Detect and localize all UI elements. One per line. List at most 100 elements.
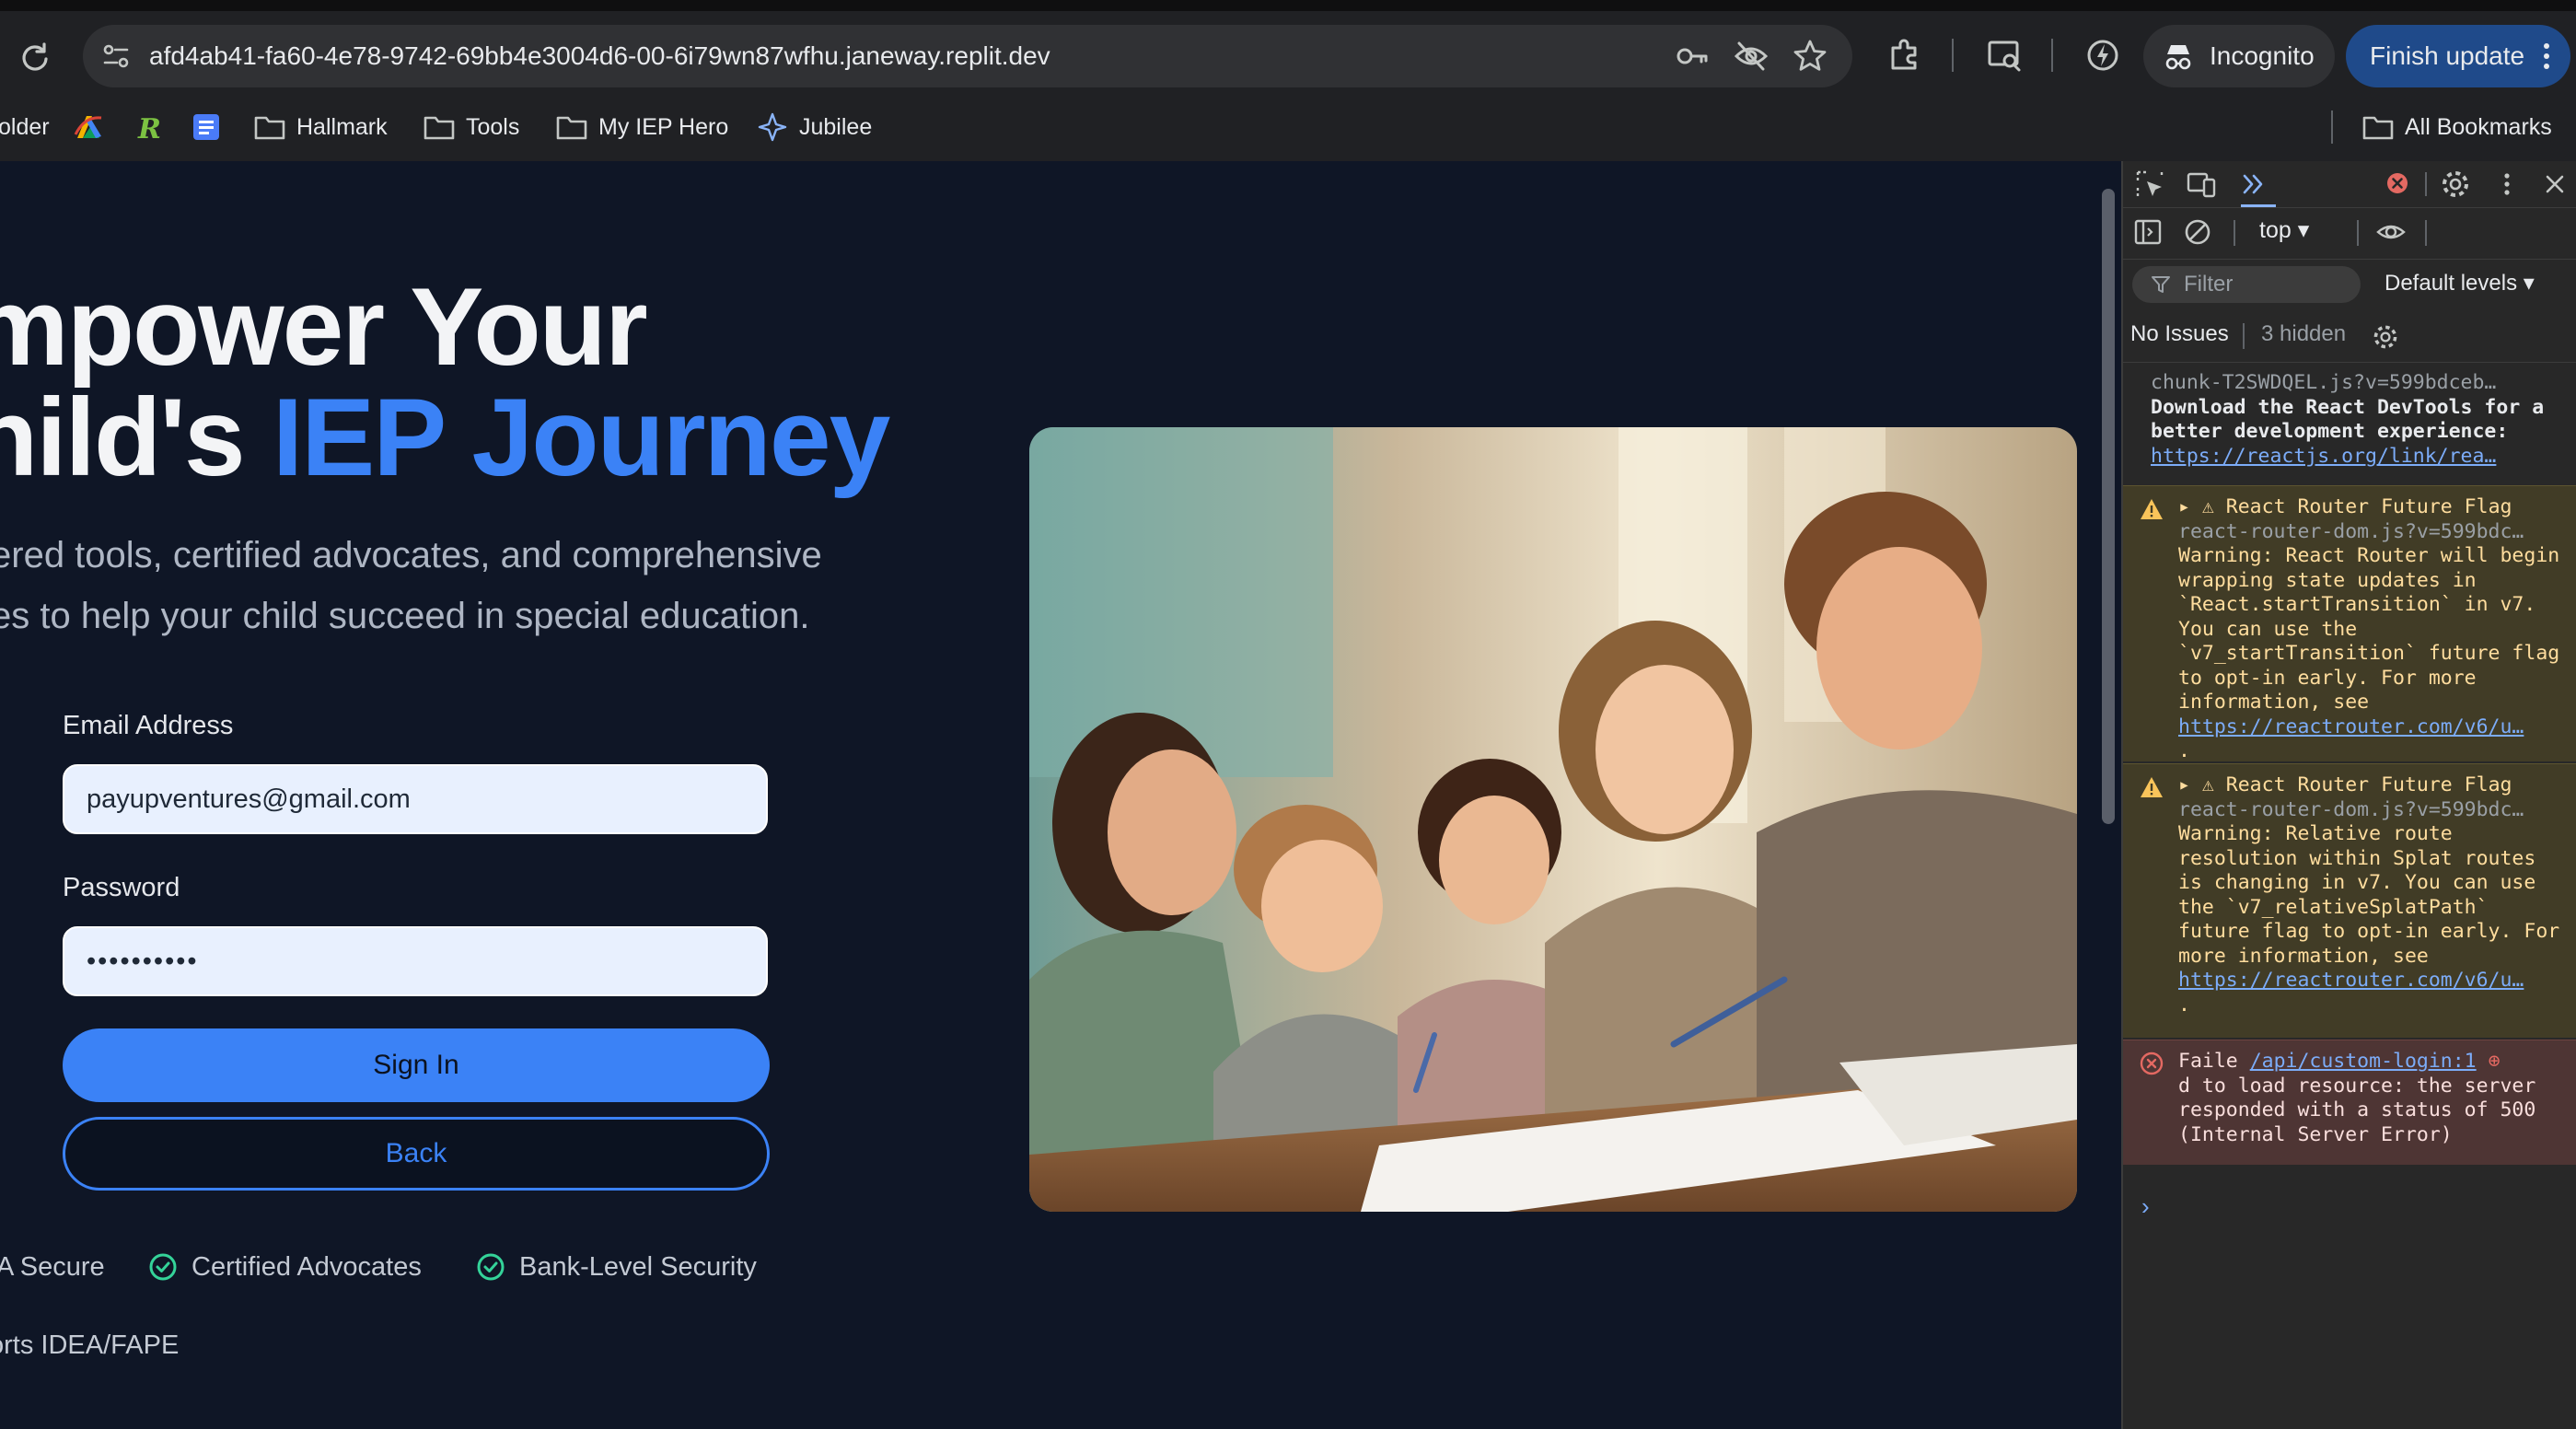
devtools-divider [2425, 172, 2427, 196]
bookmarks-divider [2331, 110, 2333, 144]
star-icon[interactable] [1792, 38, 1828, 75]
badge-bank-level-security: Bank-Level Security [475, 1249, 757, 1285]
message-link[interactable]: https://reactrouter.com/v6/u… [2178, 969, 2565, 993]
message-title: React Router Future Flag [2225, 773, 2512, 796]
warning-small-icon: ⚠ [2189, 773, 2226, 796]
message-header[interactable]: ▸ ⚠ React Router Future Flag [2178, 773, 2565, 798]
performance-icon[interactable] [2083, 35, 2123, 76]
warning-small-icon: ⚠ [2189, 495, 2226, 518]
docs-icon [193, 114, 219, 140]
bookmark-hallmark[interactable]: Hallmark [254, 101, 388, 153]
close-icon[interactable] [2539, 168, 2570, 200]
hero-subtitle-line2: ces to help your child succeed in specia… [0, 596, 810, 636]
message-header[interactable]: ▸ ⚠ React Router Future Flag [2178, 495, 2565, 520]
more-tabs-icon[interactable] [2237, 168, 2269, 200]
bookmark-folder[interactable]: older [0, 101, 50, 153]
network-globe-icon[interactable]: ⊕ [2489, 1050, 2501, 1073]
dropdown-caret-icon: ▾ [2523, 271, 2535, 296]
message-header: Faile /api/custom-login:1 ⊕ [2178, 1050, 2565, 1075]
all-bookmarks-label: All Bookmarks [2405, 113, 2552, 140]
settings-gear-icon[interactable] [2440, 168, 2471, 200]
message-link[interactable]: /api/custom-login:1 [2250, 1050, 2477, 1073]
message-source[interactable]: react-router-dom.js?v=599bdc… [2178, 520, 2565, 545]
context-selector[interactable]: top ▾ [2259, 216, 2309, 244]
expand-arrow-icon[interactable]: ▸ [2178, 773, 2190, 796]
log-levels-dropdown[interactable]: Default levels ▾ [2385, 270, 2535, 296]
clear-console-icon[interactable] [2182, 216, 2213, 248]
error-count-icon[interactable] [2385, 170, 2410, 196]
back-button[interactable]: Back [63, 1117, 770, 1191]
bookmark-label: older [0, 113, 50, 140]
bookmark-r[interactable]: R [131, 101, 175, 153]
device-toolbar-icon[interactable] [2186, 168, 2217, 200]
bookmark-jubilee[interactable]: Jubilee [757, 101, 872, 153]
sidebar-toggle-icon[interactable] [2132, 216, 2164, 248]
devtools-tabbar [2123, 161, 2576, 208]
family-photo [1029, 427, 2077, 1212]
console-prompt[interactable]: › [2141, 1192, 2150, 1221]
folder-icon [556, 116, 587, 140]
error-icon [2140, 1051, 2164, 1075]
finish-update-button[interactable]: Finish update [2346, 25, 2570, 87]
jubilee-icon [758, 112, 787, 142]
site-settings-icon[interactable] [99, 40, 133, 73]
message-source[interactable]: react-router-dom.js?v=599bdc… [2178, 798, 2565, 823]
cast-search-icon[interactable] [1984, 35, 2025, 76]
badge-label: Certified Advocates [191, 1251, 422, 1282]
expand-arrow-icon[interactable]: ▸ [2178, 495, 2190, 518]
email-label: Email Address [63, 711, 234, 740]
incognito-icon [2165, 45, 2191, 70]
drive-colorful-icon [74, 116, 102, 138]
email-field[interactable]: payupventures@gmail.com [63, 764, 768, 834]
message-tail: . [2178, 993, 2190, 1017]
page-scrollbar[interactable] [2102, 189, 2115, 824]
badge-label: Bank-Level Security [519, 1251, 757, 1282]
incognito-chip[interactable]: Incognito [2143, 25, 2335, 87]
message-link[interactable]: https://reactrouter.com/v6/u… [2178, 715, 2565, 740]
folder-icon [2362, 116, 2394, 140]
hero-heading-line1: mpower Your [0, 265, 648, 389]
bookmark-tools[interactable]: Tools [424, 101, 519, 153]
hero-subtitle-line1: vered tools, certified advocates, and co… [0, 535, 822, 575]
inspect-element-icon[interactable] [2134, 168, 2165, 200]
idea-fape-note: orts IDEA/FAPE [0, 1330, 180, 1360]
url-text[interactable]: afd4ab41-fa60-4e78-9742-69bb4e3004d6-00-… [149, 25, 1050, 87]
address-bar[interactable]: afd4ab41-fa60-4e78-9742-69bb4e3004d6-00-… [83, 25, 1852, 87]
folder-icon [254, 116, 285, 140]
filter-funnel-icon [2152, 276, 2170, 293]
key-icon[interactable] [1674, 38, 1711, 75]
password-label: Password [63, 873, 180, 902]
all-bookmarks[interactable]: All Bookmarks [2362, 101, 2552, 153]
hero-heading-accent: IEP Journey [272, 376, 890, 499]
devtools-menu-icon[interactable] [2491, 168, 2523, 200]
finish-update-label: Finish update [2370, 41, 2525, 70]
levels-label: Default levels [2385, 271, 2518, 296]
reload-icon[interactable] [17, 39, 53, 76]
check-circle-icon [149, 1253, 177, 1281]
hero-heading: mpower Your hild's IEP Journey [0, 272, 890, 493]
message-link[interactable]: https://reactjs.org/link/rea… [2151, 445, 2565, 470]
message-text: Warning: Relative route resolution withi… [2178, 822, 2560, 968]
badge-secure: A Secure [0, 1249, 105, 1285]
bookmark-label: My IEP Hero [598, 113, 729, 140]
bookmarks-bar: older R Hallmark Tools My IEP Hero Jubil… [0, 101, 2576, 153]
extensions-icon[interactable] [1884, 35, 1924, 76]
console-filter-input[interactable]: Filter [2132, 266, 2361, 303]
password-field[interactable]: •••••••••• [63, 926, 768, 996]
bookmark-my-iep-hero[interactable]: My IEP Hero [556, 101, 728, 153]
eye-off-icon[interactable] [1733, 38, 1770, 75]
issues-settings-icon[interactable] [2372, 323, 2399, 351]
no-issues-label[interactable]: No Issues [2130, 321, 2229, 347]
r-green-icon: R [137, 113, 161, 144]
bookmark-drive[interactable] [72, 101, 116, 153]
bookmark-docs[interactable] [190, 101, 234, 153]
message-text: Warning: React Router will begin wrappin… [2178, 544, 2560, 714]
toolbar-divider [1952, 39, 1954, 72]
more-vert-icon[interactable] [2537, 40, 2556, 73]
devtools-panel: top ▾ Filter Default levels ▾ No Issues … [2121, 161, 2576, 1429]
warning-icon [2141, 777, 2163, 797]
sign-in-button[interactable]: Sign In [63, 1028, 770, 1102]
family-studying-image [1029, 427, 2077, 1212]
message-source[interactable]: chunk-T2SWDQEL.js?v=599bdceb… [2151, 371, 2565, 396]
live-expression-eye-icon[interactable] [2375, 216, 2407, 248]
